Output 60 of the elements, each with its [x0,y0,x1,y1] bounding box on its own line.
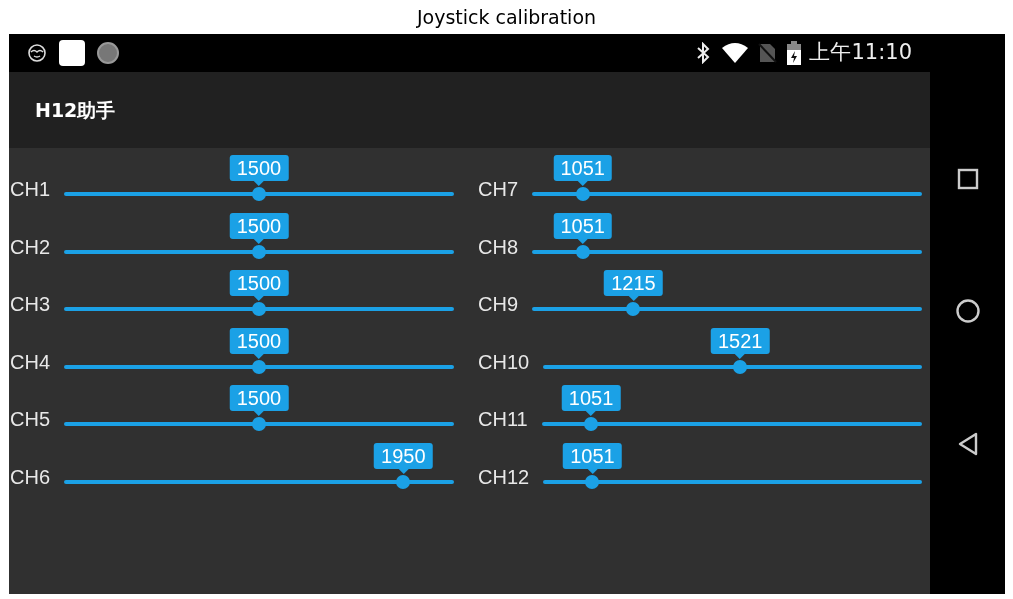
channel-label: CH4 [10,351,50,372]
app-title: H12助手 [35,97,116,123]
channel-label: CH9 [478,294,518,314]
wifi-icon [721,42,750,64]
clock-time: 上午11:10 [809,39,912,67]
channel-label: CH11 [478,409,528,429]
slider-thumb[interactable] [575,187,590,201]
channel-label: CH12 [478,466,530,487]
slider-thumb[interactable] [252,302,266,316]
back-button[interactable] [956,432,979,456]
value-tooltip: 1500 [229,327,289,359]
value-tooltip: 1500 [229,155,289,186]
slider-thumb[interactable] [584,417,599,431]
no-sim-icon [757,42,778,64]
slider[interactable]: 1051 [532,153,922,211]
slider-thumb[interactable] [252,359,266,374]
slider[interactable]: 1521 [543,325,922,383]
value-tooltip: 1051 [553,212,612,244]
slider-thumb[interactable] [575,244,590,259]
home-button[interactable] [954,298,981,324]
value-tooltip: 1950 [374,442,433,474]
face-icon [27,43,47,63]
value-tooltip: 1500 [229,270,289,301]
channel-label: CH1 [10,179,50,199]
slider-thumb[interactable] [733,359,748,374]
slider-thumb[interactable] [396,474,411,489]
value-tooltip: 1051 [561,385,621,416]
channel-label: CH8 [478,236,518,257]
slider[interactable]: 1500 [64,153,454,211]
slider[interactable]: 1051 [541,383,922,441]
battery-charging-icon [787,41,802,65]
bluetooth-icon [695,42,712,64]
slider-thumb[interactable] [252,187,266,201]
slider[interactable]: 1500 [64,325,454,383]
channel-label: CH5 [10,409,50,429]
slider[interactable]: 1950 [64,440,454,498]
recents-button[interactable] [956,168,979,190]
slider-thumb[interactable] [252,244,266,259]
slider-thumb[interactable] [585,474,600,489]
value-tooltip: 1051 [553,155,612,186]
value-tooltip: 1215 [604,270,663,301]
channel-label: CH2 [10,236,50,257]
value-tooltip: 1500 [229,212,289,244]
caption: Joystick calibration [416,4,597,30]
value-tooltip: 1051 [563,442,622,474]
slider[interactable]: 1500 [64,268,454,326]
app-icon [59,40,85,66]
value-tooltip: 1521 [710,327,770,359]
slider[interactable]: 1500 [64,210,454,268]
value-tooltip: 1500 [229,385,289,416]
slider[interactable]: 1500 [64,383,454,441]
slider[interactable]: 1215 [532,268,922,326]
channel-label: CH6 [10,466,50,487]
channel-label: CH3 [10,294,50,314]
slider-thumb[interactable] [626,302,641,316]
channel-label: CH7 [478,179,518,199]
channel-label: CH10 [478,351,530,372]
slider-thumb[interactable] [252,417,266,431]
slider[interactable]: 1051 [543,440,922,498]
slider[interactable]: 1051 [532,210,922,268]
